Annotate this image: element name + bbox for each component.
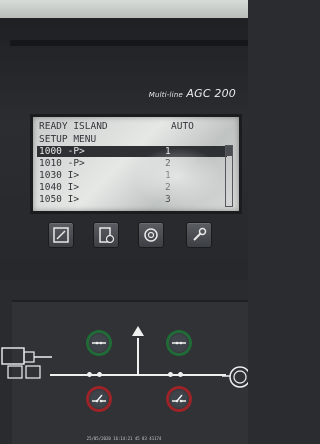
genset-breaker-close-button[interactable] — [86, 330, 112, 356]
photo-timestamp: 25/05/2020 16:14:21 45 83 41174 — [86, 436, 162, 441]
bus-node — [87, 372, 92, 377]
tool-button[interactable] — [186, 222, 212, 248]
bus-node — [97, 372, 102, 377]
menu-row-value: 3 — [165, 194, 171, 205]
brand-prefix: Multi-line — [148, 91, 183, 99]
breaker-open-icon — [172, 394, 186, 403]
menu-row-label: 1000 -P> — [39, 146, 85, 157]
breaker-open-icon — [92, 394, 106, 403]
menu-row-value: 1 — [165, 170, 171, 181]
menu-row-label: 1030 I> — [39, 170, 80, 181]
top-bezel — [0, 0, 248, 18]
bus-node — [178, 372, 183, 377]
menu-row[interactable]: 1030 I> 1 — [37, 170, 227, 181]
menu-row-label: 1010 -P> — [39, 158, 85, 169]
edit-button[interactable] — [48, 222, 74, 248]
mode-label: AUTO — [171, 121, 194, 132]
menu-title: SETUP MENU — [39, 134, 97, 145]
lcd-display: READY ISLAND AUTO SETUP MENU 1000 -P> 1 … — [30, 114, 242, 214]
edit-icon — [53, 227, 69, 243]
controller-photo: Multi-line AGC 200 READY ISLAND AUTO SET… — [0, 0, 248, 444]
mains-breaker-close-button[interactable] — [166, 330, 192, 356]
status-title: READY ISLAND — [39, 121, 108, 132]
menu-row-value: 1 — [165, 146, 171, 157]
menu-row-label: 1050 I> — [39, 194, 80, 205]
log-icon — [99, 227, 115, 244]
menu-row[interactable]: 1050 I> 3 — [37, 194, 227, 205]
settings-button[interactable] — [138, 222, 164, 248]
arrow-up-icon — [132, 326, 144, 336]
tool-icon — [193, 227, 207, 241]
lcd-scroll-thumb — [226, 146, 232, 156]
settings-icon — [144, 228, 158, 242]
brand-model: AGC 200 — [186, 87, 236, 100]
breaker-close-icon — [172, 341, 186, 345]
menu-row[interactable]: 1010 -P> 2 — [37, 158, 227, 169]
panel-frame — [10, 40, 248, 46]
menu-row[interactable]: 1000 -P> 1 — [37, 146, 227, 157]
menu-row-value: 2 — [165, 182, 171, 193]
bus-node — [168, 372, 173, 377]
genset-breaker-open-button[interactable] — [86, 386, 112, 412]
generator-icon — [1, 347, 52, 379]
breaker-close-icon — [92, 341, 106, 345]
log-button[interactable] — [93, 222, 119, 248]
brand-label: Multi-line AGC 200 — [149, 87, 236, 100]
lcd-scrollbar — [225, 145, 233, 207]
menu-row-label: 1040 I> — [39, 182, 80, 193]
menu-row-value: 2 — [165, 158, 171, 169]
menu-row[interactable]: 1040 I> 2 — [37, 182, 227, 193]
mains-breaker-open-button[interactable] — [166, 386, 192, 412]
mains-icon — [222, 366, 248, 388]
